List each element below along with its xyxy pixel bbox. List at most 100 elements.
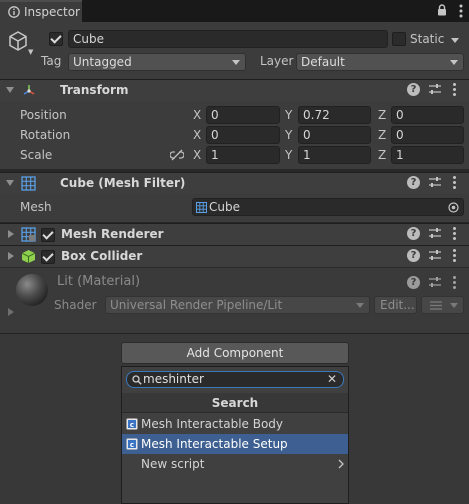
component-item-mesh-interactable-body[interactable]: c Mesh Interactable Body (122, 414, 348, 434)
context-menu-icon[interactable] (453, 249, 457, 264)
presets-icon[interactable] (428, 276, 442, 289)
name-field[interactable]: Cube (68, 30, 388, 48)
material-sphere-icon (15, 273, 49, 307)
shader-label: Shader (54, 298, 97, 312)
axis-z-label: Z (378, 108, 387, 122)
component-item-new-script[interactable]: New script (122, 454, 348, 474)
context-menu-icon[interactable] (453, 227, 457, 242)
scale-z-field[interactable]: 1 (391, 146, 464, 164)
rotation-label: Rotation (20, 128, 71, 142)
help-icon[interactable]: ? (407, 276, 420, 289)
context-menu-icon[interactable] (453, 83, 457, 98)
axis-x-label: X (193, 108, 202, 122)
csharp-script-icon: c (126, 438, 138, 450)
presets-icon[interactable] (428, 227, 442, 240)
shader-options-button[interactable] (421, 296, 464, 314)
box-collider-title: Box Collider (61, 249, 143, 263)
rotation-z-field[interactable]: 0 (391, 126, 464, 144)
presets-icon[interactable] (428, 83, 442, 96)
chevron-right-icon (338, 459, 344, 469)
csharp-script-icon: c (126, 418, 138, 430)
mesh-renderer-enabled-checkbox[interactable] (41, 228, 55, 242)
context-menu-icon[interactable] (453, 276, 457, 291)
layer-label: Layer (260, 54, 294, 68)
box-collider-header[interactable]: Box Collider ? (0, 245, 469, 267)
static-checkbox[interactable] (392, 32, 406, 46)
chevron-down-icon (232, 60, 240, 65)
foldout-closed-icon[interactable] (8, 252, 14, 260)
position-label: Position (20, 108, 67, 122)
help-icon[interactable]: ? (407, 176, 420, 189)
tag-value: Untagged (73, 55, 132, 69)
foldout-open-icon[interactable] (6, 180, 14, 186)
rotation-x-field[interactable]: 0 (206, 126, 280, 144)
component-search-input[interactable]: meshinter ✕ (126, 371, 344, 388)
help-icon[interactable]: ? (407, 83, 420, 96)
shader-edit-button[interactable]: Edit... (374, 296, 417, 314)
mesh-grid-icon (196, 202, 207, 213)
transform-icon (21, 83, 37, 99)
mesh-renderer-icon (21, 227, 36, 242)
constrain-proportions-icon[interactable] (170, 149, 184, 161)
tab-label: Inspector (24, 5, 80, 19)
mesh-filter-header[interactable]: Cube (Mesh Filter) ? (0, 172, 469, 194)
static-dropdown-icon[interactable] (451, 38, 459, 43)
item-label: New script (141, 457, 205, 471)
component-item-mesh-interactable-setup[interactable]: c Mesh Interactable Setup (122, 434, 348, 454)
add-component-button[interactable]: Add Component (121, 342, 349, 364)
shader-value: Universal Render Pipeline/Lit (110, 298, 283, 312)
context-menu-icon[interactable] (453, 176, 457, 191)
position-x-field[interactable]: 0 (206, 106, 280, 124)
tab-bar: Inspector (0, 0, 469, 22)
layer-dropdown[interactable]: Default (296, 53, 464, 71)
foldout-open-icon[interactable] (6, 87, 14, 93)
mesh-value: Cube (209, 200, 240, 214)
position-y-field[interactable]: 0.72 (298, 106, 371, 124)
transform-header[interactable]: Transform ? (0, 79, 469, 101)
chevron-down-icon (450, 60, 458, 65)
clear-search-icon[interactable]: ✕ (327, 372, 337, 387)
search-icon (132, 375, 142, 385)
object-picker-icon[interactable] (448, 202, 459, 213)
material-header-icons: ? (407, 276, 463, 292)
axis-z-label: Z (378, 148, 387, 162)
icon-dropdown-arrow-icon[interactable]: ▼ (28, 48, 33, 56)
presets-icon[interactable] (428, 176, 442, 189)
mesh-label: Mesh (20, 200, 52, 214)
mesh-renderer-title: Mesh Renderer (61, 227, 164, 241)
presets-icon[interactable] (428, 249, 442, 262)
position-z-field[interactable]: 0 (391, 106, 464, 124)
svg-text:c: c (130, 441, 134, 449)
cube-icon[interactable] (7, 30, 29, 52)
material-section: Lit (Material) ? Shader Universal Render… (0, 267, 469, 333)
tab-inspector[interactable]: Inspector (0, 0, 82, 22)
box-collider-enabled-checkbox[interactable] (41, 250, 55, 264)
box-collider-icon (21, 249, 36, 264)
tag-label: Tag (41, 54, 62, 68)
help-icon[interactable]: ? (407, 249, 420, 262)
lock-icon[interactable] (437, 4, 447, 16)
foldout-closed-icon[interactable] (8, 230, 14, 238)
search-value: meshinter (143, 372, 204, 386)
mesh-object-field[interactable]: Cube (192, 198, 464, 216)
foldout-closed-icon[interactable] (8, 308, 14, 316)
tab-menu-icon[interactable] (459, 4, 463, 18)
mesh-filter-title: Cube (Mesh Filter) (60, 176, 186, 190)
layer-value: Default (301, 55, 345, 69)
tag-dropdown[interactable]: Untagged (68, 53, 246, 71)
axis-y-label: Y (285, 148, 293, 162)
axis-y-label: Y (285, 108, 293, 122)
help-icon[interactable]: ? (407, 227, 420, 240)
active-checkbox[interactable] (49, 32, 63, 46)
mesh-renderer-header[interactable]: Mesh Renderer ? (0, 223, 469, 245)
axis-y-label: Y (285, 128, 293, 142)
scale-x-field[interactable]: 1 (206, 146, 280, 164)
chevron-down-icon (450, 303, 458, 308)
add-component-popup: meshinter ✕ Search c Mesh Interactable B… (121, 366, 349, 504)
shader-dropdown[interactable]: Universal Render Pipeline/Lit (105, 296, 370, 314)
gameobject-header: ▼ Cube Static Tag Untagged Layer Default (0, 22, 469, 79)
rotation-y-field[interactable]: 0 (298, 126, 371, 144)
scale-y-field[interactable]: 1 (298, 146, 371, 164)
transform-body: Position X 0 Y 0.72 Z 0 Rotation X 0 Y 0… (0, 101, 469, 169)
item-label: Mesh Interactable Body (141, 417, 284, 431)
